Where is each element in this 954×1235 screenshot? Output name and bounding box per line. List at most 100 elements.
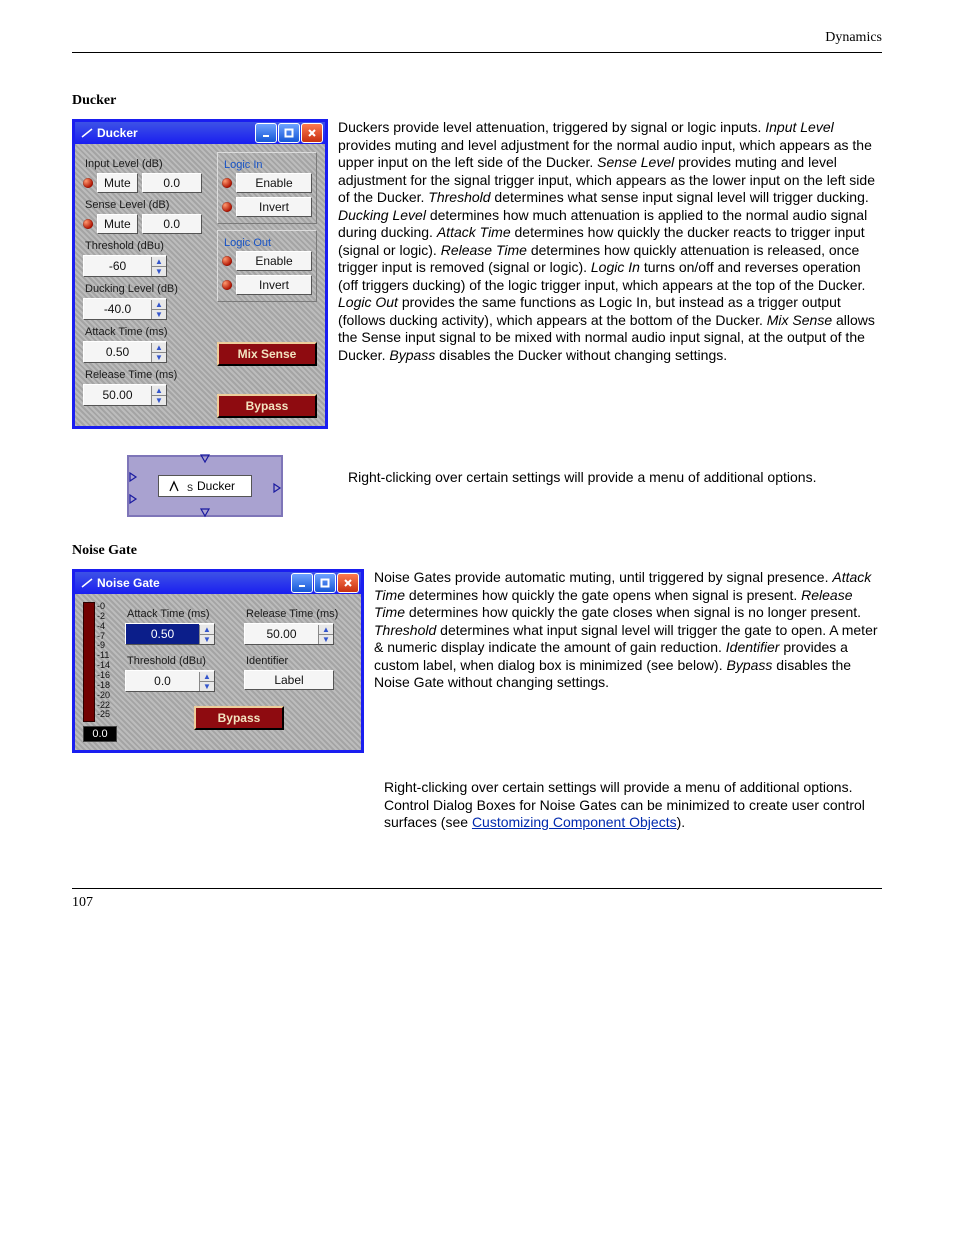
ng-release-spinner[interactable]: 50.00 ▲▼	[244, 623, 334, 645]
attack-time-label: Attack Time (ms)	[85, 326, 207, 338]
spin-up-icon[interactable]: ▲	[152, 386, 166, 396]
minimize-button[interactable]	[291, 573, 313, 593]
threshold-label: Threshold (dBu)	[85, 240, 207, 252]
logic-in-enable-led	[222, 178, 232, 188]
ducker-titlebar[interactable]: Ducker	[75, 122, 325, 144]
spin-down-icon[interactable]: ▼	[152, 310, 166, 319]
sense-mute-button[interactable]: Mute	[97, 214, 138, 234]
meter-tick: -25	[97, 710, 110, 719]
ng-threshold-value[interactable]: 0.0	[126, 671, 199, 691]
ng-attack-spinner[interactable]: 0.50 ▲▼	[125, 623, 215, 645]
ducking-level-spinner[interactable]: -40.0 ▲▼	[83, 298, 167, 320]
mix-sense-button[interactable]: Mix Sense	[217, 342, 317, 366]
logic-out-invert-led	[222, 280, 232, 290]
sense-level-label: Sense Level (dB)	[85, 199, 207, 211]
dialog-icon	[81, 127, 93, 139]
ducker-title: Ducker	[97, 126, 138, 140]
logic-out-fieldset: Logic Out Enable Invert	[217, 230, 317, 302]
logic-out-enable-led	[222, 256, 232, 266]
meter-scale: -0-2-4-7-9-11-14-16-18-20-22-25	[97, 602, 110, 720]
sense-mute-led	[83, 219, 93, 229]
meter-value: 0.0	[83, 726, 117, 742]
meter-tick: -18	[97, 681, 110, 690]
ducker-block-icon[interactable]: S Ducker	[127, 455, 283, 517]
ducker-right-click-note: Right-clicking over certain settings wil…	[348, 455, 882, 487]
spin-down-icon[interactable]: ▼	[152, 396, 166, 405]
threshold-spinner[interactable]: -60 ▲▼	[83, 255, 167, 277]
spin-down-icon[interactable]: ▼	[152, 267, 166, 276]
logic-in-fieldset: Logic In Enable Invert	[217, 152, 317, 224]
meter-bar	[83, 602, 95, 722]
close-button[interactable]	[301, 123, 323, 143]
meter-tick: -20	[97, 691, 110, 700]
port-out	[271, 482, 283, 494]
logic-out-invert-button[interactable]: Invert	[236, 275, 312, 295]
sense-level-value[interactable]: 0.0	[142, 214, 202, 234]
attack-time-spinner[interactable]: 0.50 ▲▼	[83, 341, 167, 363]
ducker-block-label: Ducker	[197, 479, 235, 493]
meter-tick: -4	[97, 622, 110, 631]
spin-up-icon[interactable]: ▲	[152, 300, 166, 310]
ng-identifier-input[interactable]: Label	[244, 670, 334, 690]
logic-in-enable-button[interactable]: Enable	[236, 173, 312, 193]
logic-in-invert-led	[222, 202, 232, 212]
input-level-value[interactable]: 0.0	[142, 173, 202, 193]
bypass-button[interactable]: Bypass	[217, 394, 317, 418]
ducker-glyph-icon	[169, 479, 183, 493]
port-logic-in	[199, 453, 211, 465]
spin-up-icon[interactable]: ▲	[319, 625, 333, 635]
ng-identifier-label: Identifier	[246, 655, 353, 667]
port-in-top	[127, 471, 139, 483]
maximize-button[interactable]	[314, 573, 336, 593]
input-mute-led	[83, 178, 93, 188]
logic-in-title: Logic In	[224, 159, 312, 171]
attack-time-value[interactable]: 0.50	[84, 342, 151, 362]
noise-gate-section-title: Noise Gate	[72, 543, 882, 559]
input-level-label: Input Level (dB)	[85, 158, 207, 170]
noise-gate-right-click-note: Right-clicking over certain settings wil…	[384, 779, 882, 832]
spin-up-icon[interactable]: ▲	[200, 625, 214, 635]
spin-down-icon[interactable]: ▼	[200, 635, 214, 644]
ng-threshold-spinner[interactable]: 0.0 ▲▼	[125, 670, 215, 692]
ng-attack-value[interactable]: 0.50	[126, 624, 199, 644]
logic-out-enable-button[interactable]: Enable	[236, 251, 312, 271]
dialog-icon	[81, 577, 93, 589]
page-header: Dynamics	[0, 0, 954, 52]
threshold-value[interactable]: -60	[84, 256, 151, 276]
customizing-link[interactable]: Customizing Component Objects	[472, 814, 677, 830]
input-mute-button[interactable]: Mute	[97, 173, 138, 193]
minimize-button[interactable]	[255, 123, 277, 143]
spin-down-icon[interactable]: ▼	[152, 353, 166, 362]
spin-up-icon[interactable]: ▲	[152, 257, 166, 267]
ducker-section-title: Ducker	[72, 93, 882, 109]
release-time-label: Release Time (ms)	[85, 369, 207, 381]
noise-gate-description: Noise Gates provide automatic muting, un…	[374, 569, 882, 692]
spin-down-icon[interactable]: ▼	[319, 635, 333, 644]
ng-threshold-label: Threshold (dBu)	[127, 655, 234, 667]
ng-attack-label: Attack Time (ms)	[127, 608, 234, 620]
ng-release-value[interactable]: 50.00	[245, 624, 318, 644]
ducker-description: Duckers provide level attenuation, trigg…	[338, 119, 882, 364]
noise-gate-title: Noise Gate	[97, 576, 160, 590]
spin-up-icon[interactable]: ▲	[200, 672, 214, 682]
port-in-bottom	[127, 493, 139, 505]
close-button[interactable]	[337, 573, 359, 593]
ducker-dialog: Ducker Input Level (dB) Mute 0.0	[72, 119, 328, 429]
spin-down-icon[interactable]: ▼	[200, 682, 214, 691]
noise-gate-dialog: Noise Gate -0-2-4-7-9-11-14-16-18-20-22-…	[72, 569, 364, 753]
port-logic-out	[199, 507, 211, 519]
ng-release-label: Release Time (ms)	[246, 608, 353, 620]
gain-reduction-meter: -0-2-4-7-9-11-14-16-18-20-22-25 0.0	[83, 602, 117, 742]
release-time-value[interactable]: 50.00	[84, 385, 151, 405]
meter-tick: -2	[97, 612, 110, 621]
logic-out-title: Logic Out	[224, 237, 312, 249]
ducking-level-label: Ducking Level (dB)	[85, 283, 207, 295]
logic-in-invert-button[interactable]: Invert	[236, 197, 312, 217]
spin-up-icon[interactable]: ▲	[152, 343, 166, 353]
page-number: 107	[0, 889, 954, 941]
maximize-button[interactable]	[278, 123, 300, 143]
noise-gate-titlebar[interactable]: Noise Gate	[75, 572, 361, 594]
release-time-spinner[interactable]: 50.00 ▲▼	[83, 384, 167, 406]
ducking-level-value[interactable]: -40.0	[84, 299, 151, 319]
ng-bypass-button[interactable]: Bypass	[194, 706, 285, 730]
